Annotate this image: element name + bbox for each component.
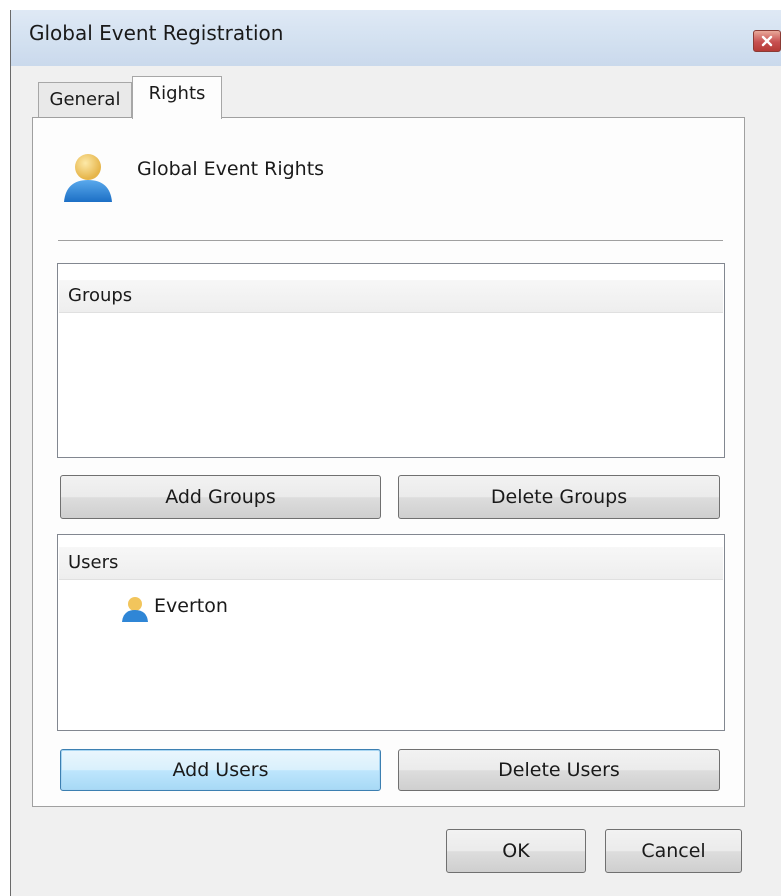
users-list[interactable]: Users Everton [57,534,725,731]
ok-button[interactable]: OK [446,829,586,873]
tab-general[interactable]: General [38,82,132,118]
groups-list-header: Groups [59,280,723,313]
groups-list[interactable]: Groups [57,263,725,458]
tab-rights[interactable]: Rights [132,76,222,119]
close-icon [761,35,773,47]
user-name: Everton [154,595,228,617]
user-icon [64,154,112,202]
title-bar[interactable]: Global Event Registration [11,10,781,66]
separator [58,240,723,241]
add-groups-button[interactable]: Add Groups [60,475,381,519]
users-list-header: Users [59,547,723,580]
window-title: Global Event Registration [29,21,284,45]
delete-groups-button[interactable]: Delete Groups [398,475,720,519]
close-button[interactable] [753,30,781,52]
delete-users-button[interactable]: Delete Users [398,749,720,791]
cancel-button[interactable]: Cancel [605,829,742,873]
user-icon [122,597,148,622]
rights-title: Global Event Rights [137,158,325,180]
add-users-button[interactable]: Add Users [60,749,381,791]
